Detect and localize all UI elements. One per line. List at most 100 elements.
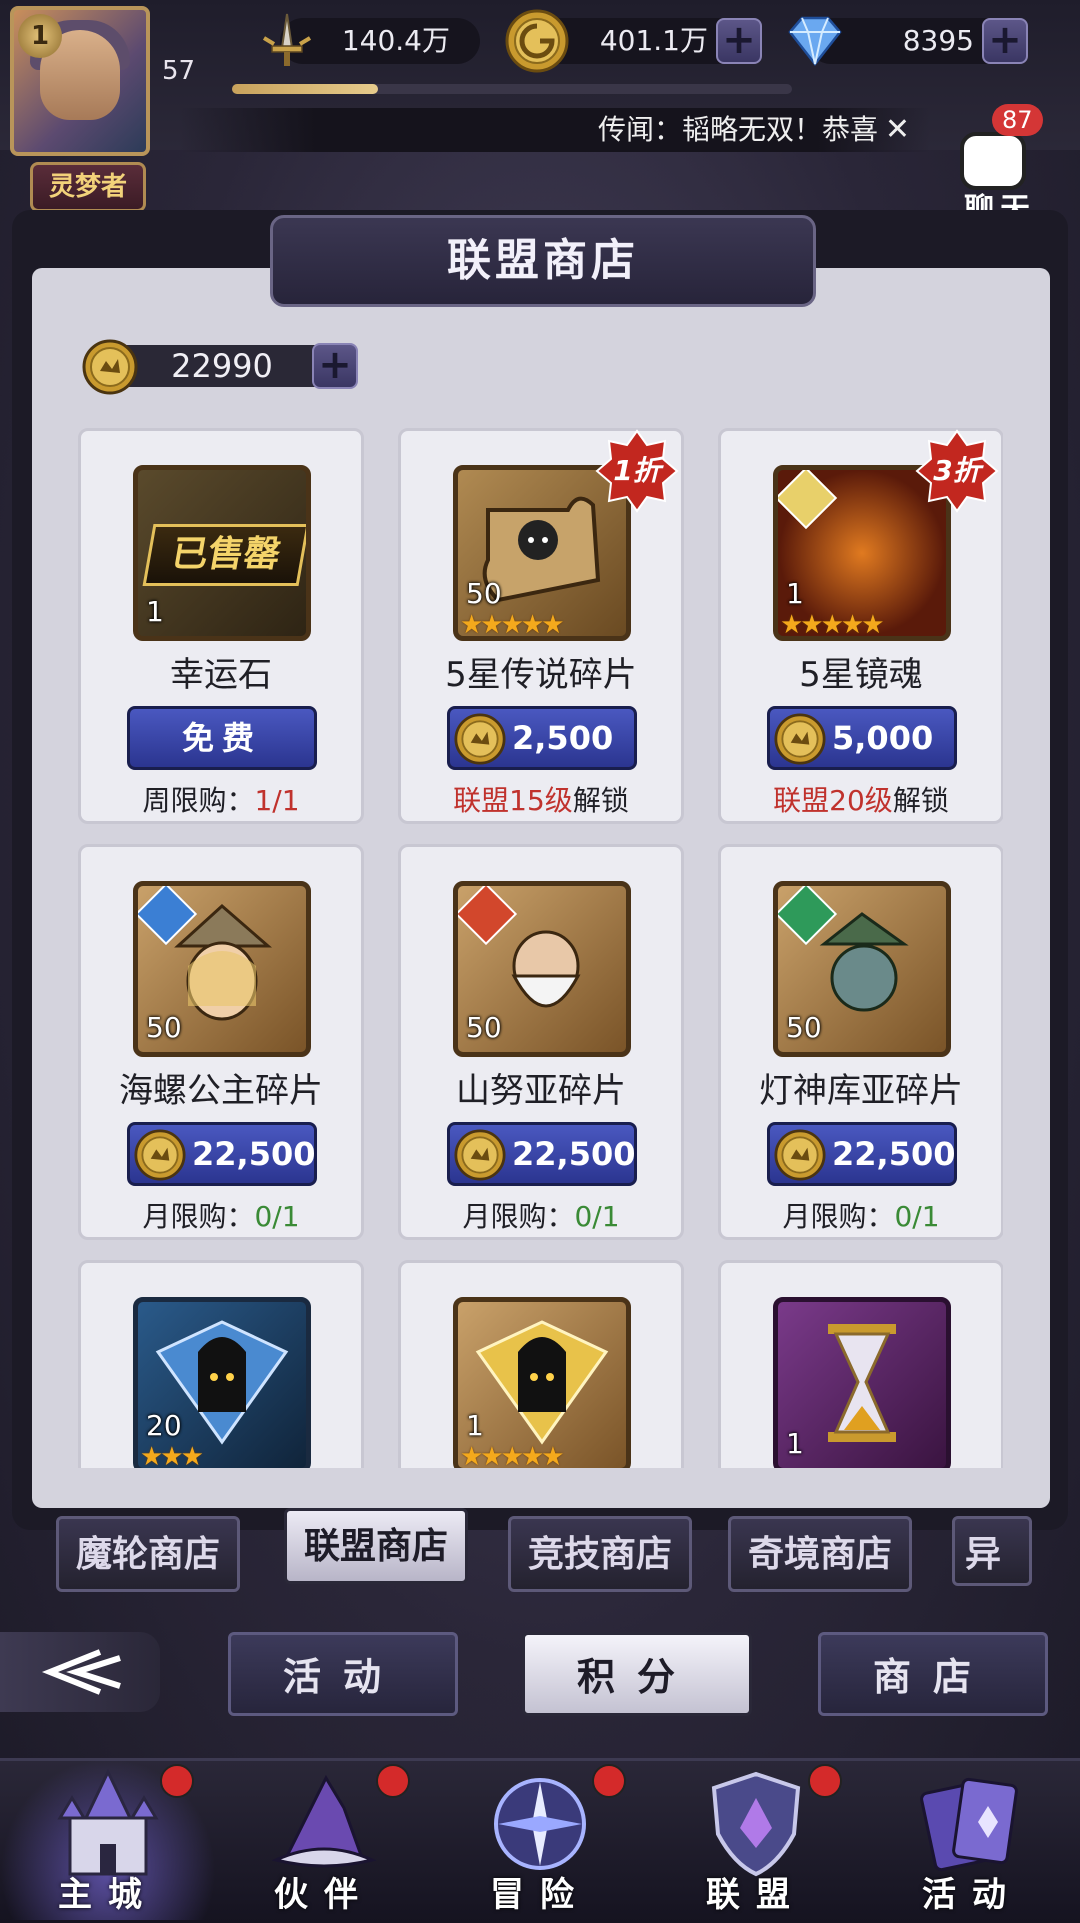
- limit-value: 0/1: [574, 1200, 620, 1233]
- alliance-coin-icon: [774, 1129, 826, 1181]
- tab-otherworld-shop[interactable]: 异界: [952, 1516, 1032, 1586]
- power-value: 140.4万: [341, 24, 450, 57]
- item-quantity: 1: [146, 595, 164, 628]
- gold-value: 401.1万: [599, 24, 708, 57]
- chat-button[interactable]: 87 聊天: [950, 104, 1043, 227]
- nav-activities[interactable]: 活动: [864, 1758, 1080, 1920]
- tab-wonderland-shop[interactable]: 奇境商店: [728, 1516, 912, 1592]
- alliance-points-value: 22990: [122, 345, 322, 387]
- alliance-coin-icon: [454, 1129, 506, 1181]
- shop-item-card[interactable]: 50 海螺公主碎片 22,500 月限购：0/1: [78, 844, 364, 1240]
- nav-adventure[interactable]: 冒险: [432, 1758, 648, 1920]
- back-arrow-icon: [41, 1649, 121, 1695]
- wizard-hat-icon: [271, 1774, 377, 1868]
- buy-button[interactable]: 22,500: [127, 1122, 317, 1186]
- shop-item-card[interactable]: 20 ★★★: [78, 1260, 364, 1468]
- nav-label: 伙伴: [274, 1875, 374, 1915]
- chat-bubble-icon: [960, 132, 1026, 190]
- shop-item-card[interactable]: 1 ★★★★★ 3折 5星镜魂 5,000 联盟20级解锁: [718, 428, 1003, 824]
- limit-value: 0/1: [894, 1200, 940, 1233]
- buy-button[interactable]: 22,500: [447, 1122, 637, 1186]
- nav-label: 活动: [922, 1875, 1022, 1915]
- free-button[interactable]: 免费: [127, 706, 317, 770]
- shop-item-card[interactable]: 50 灯神库亚碎片 22,500 月限购：0/1: [718, 844, 1003, 1240]
- shannuya-shard-icon: 50: [453, 881, 631, 1057]
- shop-item-card[interactable]: 50 山努亚碎片 22,500 月限购：0/1: [398, 844, 684, 1240]
- item-name: 山努亚碎片: [456, 1071, 626, 1111]
- item-stars: ★★★★★: [460, 1442, 565, 1468]
- alliance-coin-icon: [134, 1129, 186, 1181]
- shop-item-card[interactable]: 已售罄 1 幸运石 免费 周限购：1/1: [78, 428, 364, 824]
- item-name: 海螺公主碎片: [119, 1071, 323, 1111]
- purchase-limit: 月限购：0/1: [401, 1195, 681, 1235]
- diamond-resource: 8395 +: [788, 16, 1028, 67]
- tab-magic-wheel-shop[interactable]: 魔轮商店: [56, 1516, 240, 1592]
- shop-item-card[interactable]: 1 ★★★★★: [398, 1260, 684, 1468]
- unlock-level: 联盟20级: [773, 784, 893, 817]
- gold-coin-icon: [505, 9, 569, 73]
- shop-title: 联盟商店: [270, 215, 816, 307]
- sword-icon: [262, 13, 312, 66]
- nav-label: 主城: [58, 1875, 158, 1915]
- price-value: 22,500: [512, 1135, 636, 1173]
- xp-bar: [232, 84, 792, 94]
- tab-store[interactable]: 商店: [818, 1632, 1048, 1716]
- cards-icon: [920, 1777, 1018, 1872]
- item-stars: ★★★★★: [780, 610, 885, 640]
- gold-resource: 401.1万 +: [505, 9, 762, 73]
- limit-label: 月限购：: [782, 1200, 895, 1233]
- genie-kuya-shard-icon: 50: [773, 881, 951, 1057]
- purchase-limit: 周限购：1/1: [81, 779, 361, 819]
- power-resource: 140.4万: [262, 13, 480, 66]
- tab-points[interactable]: 积分: [522, 1632, 752, 1716]
- shop-item-card[interactable]: 50 ★★★★★ 1折 5星传说碎片 2,500 联盟15级解锁: [398, 428, 684, 824]
- item-quantity: 50: [466, 1011, 502, 1044]
- notification-dot: [376, 1764, 410, 1798]
- item-name: 5星镜魂: [799, 655, 923, 695]
- add-alliance-points-button[interactable]: +: [312, 343, 358, 389]
- shop-item-card[interactable]: 1: [718, 1260, 1003, 1468]
- item-quantity: 20: [146, 1409, 182, 1442]
- back-button[interactable]: [0, 1632, 160, 1712]
- item-quantity: 1: [466, 1409, 484, 1442]
- unlock-requirement: 联盟20级解锁: [721, 779, 1001, 819]
- item-quantity: 1: [786, 577, 804, 610]
- vip-level-badge: 1: [18, 14, 62, 58]
- limit-value: 1/1: [254, 784, 300, 817]
- buy-button[interactable]: 22,500: [767, 1122, 957, 1186]
- purchase-limit: 月限购：0/1: [721, 1195, 1001, 1235]
- price-value: 22,500: [832, 1135, 956, 1173]
- item-name: 灯神库亚碎片: [759, 1071, 963, 1111]
- buy-button[interactable]: 2,500: [447, 706, 637, 770]
- unlock-suffix: 解锁: [572, 784, 629, 817]
- item-name: 5星传说碎片: [445, 655, 637, 695]
- price-value: 5,000: [832, 719, 934, 757]
- close-icon[interactable]: ✕: [885, 108, 910, 152]
- add-diamond-button[interactable]: +: [982, 18, 1028, 64]
- shop-item-grid: 已售罄 1 幸运石 免费 周限购：1/1 50 ★★★★★ 1折 5星传说碎片: [78, 428, 1003, 1468]
- nav-main-city[interactable]: 主城: [0, 1758, 216, 1920]
- gold-hooded-shard-icon: 1 ★★★★★: [453, 1297, 631, 1468]
- notification-dot: [592, 1764, 626, 1798]
- tab-activity[interactable]: 活动: [228, 1632, 458, 1716]
- player-avatar[interactable]: 1: [10, 6, 150, 156]
- hourglass-icon: 1: [773, 1297, 951, 1468]
- tab-alliance-shop[interactable]: 联盟商店: [284, 1508, 468, 1584]
- buy-button[interactable]: 5,000: [767, 706, 957, 770]
- nav-alliance[interactable]: 联盟: [648, 1758, 864, 1920]
- notification-dot: [808, 1764, 842, 1798]
- add-gold-button[interactable]: +: [716, 18, 762, 64]
- unlock-requirement: 联盟15级解锁: [401, 779, 681, 819]
- title-badge[interactable]: 灵梦者: [30, 162, 146, 212]
- item-quantity: 50: [146, 1011, 182, 1044]
- xp-bar-fill: [232, 84, 378, 94]
- nav-partners[interactable]: 伙伴: [216, 1758, 432, 1920]
- chat-unread-badge: 87: [992, 104, 1043, 136]
- tab-arena-shop[interactable]: 竞技商店: [508, 1516, 692, 1592]
- alliance-coin-icon: [454, 713, 506, 765]
- diamond-icon: [788, 16, 842, 67]
- compass-icon: [494, 1778, 586, 1870]
- item-quantity: 50: [786, 1011, 822, 1044]
- rumor-ticker[interactable]: 传闻：韬略无双！恭喜 ✕: [180, 108, 930, 152]
- item-stars: ★★★: [140, 1442, 204, 1468]
